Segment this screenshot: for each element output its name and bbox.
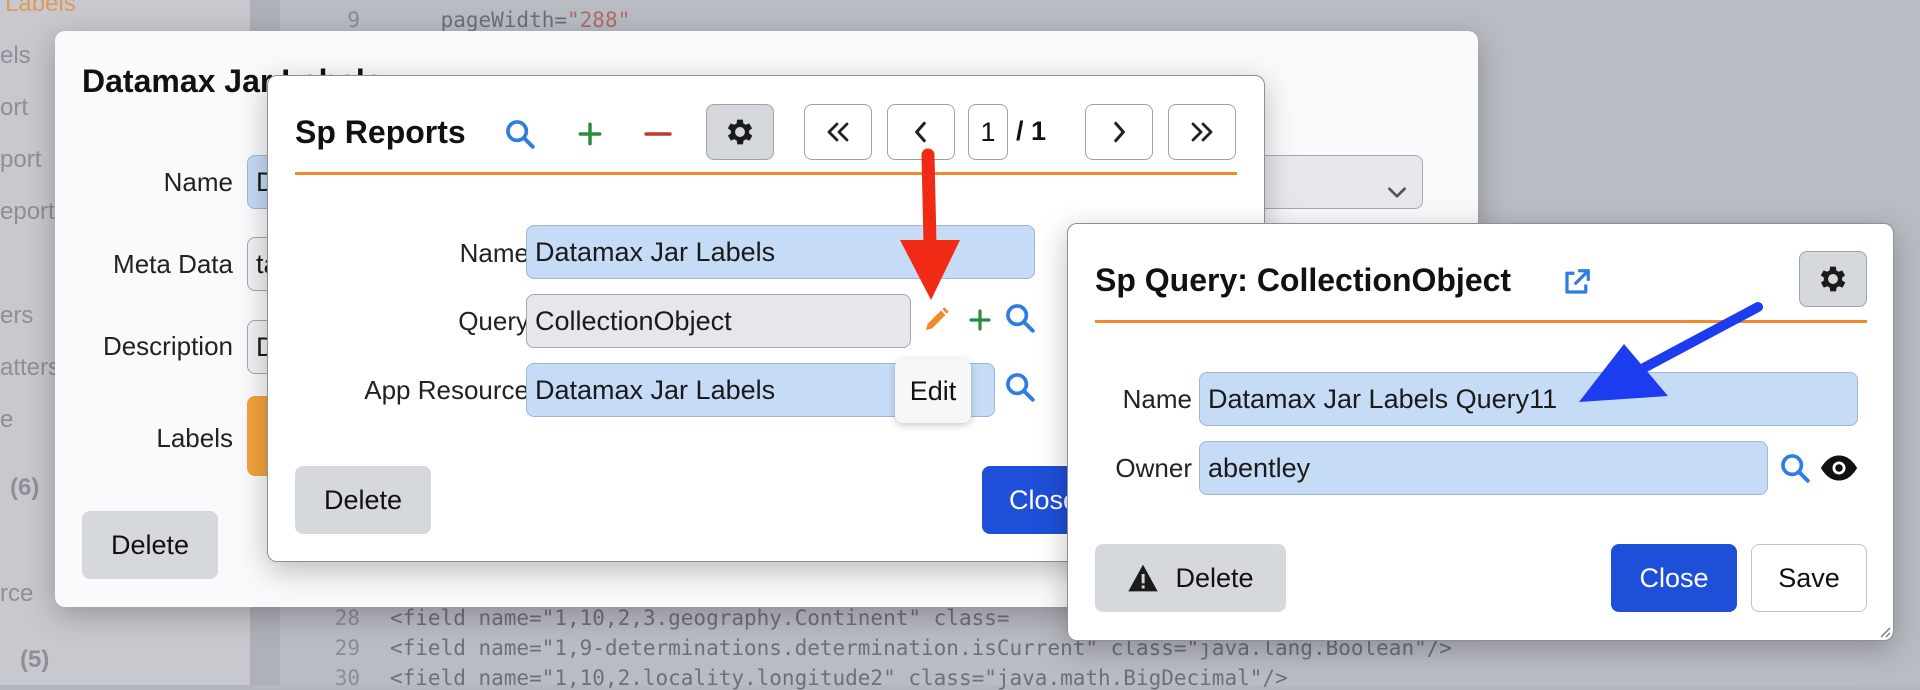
query-field[interactable]: CollectionObject — [526, 294, 911, 348]
add-query-button[interactable] — [960, 298, 1000, 342]
eye-icon — [1820, 455, 1858, 481]
code-line: 9 pageWidth="288" — [347, 8, 631, 32]
search-icon — [1781, 454, 1810, 483]
search-app-resource-button[interactable] — [998, 365, 1042, 409]
search-icon — [506, 120, 535, 149]
name-label: Name — [163, 167, 233, 197]
next-page-button[interactable] — [1085, 104, 1153, 160]
resize-handle[interactable] — [1877, 624, 1891, 638]
sp-reports-title: Sp Reports — [295, 114, 466, 150]
labels-label: Labels — [156, 423, 233, 453]
prev-page-icon — [915, 121, 926, 143]
edit-tooltip: Edit — [895, 359, 971, 423]
plus-icon — [578, 122, 602, 146]
owner-field[interactable]: abentley — [1199, 441, 1768, 495]
search-icon — [1006, 373, 1035, 402]
open-query-link[interactable] — [1555, 260, 1599, 304]
minus-icon — [644, 132, 672, 136]
sidebar-item[interactable]: rce — [0, 580, 33, 608]
delete-button[interactable]: Delete — [295, 466, 431, 534]
sidebar-item[interactable]: eport — [0, 198, 55, 226]
sidebar-item[interactable]: port — [0, 146, 41, 174]
name-field[interactable]: Datamax Jar Labels — [526, 225, 1035, 279]
last-page-icon — [1191, 122, 1213, 142]
gear-icon — [727, 119, 753, 145]
sidebar-item[interactable]: Labels — [5, 0, 76, 18]
sp-query-title: Sp Query: CollectionObject — [1095, 262, 1512, 298]
query-close-button[interactable]: Close — [1611, 544, 1737, 612]
chevron-down-icon — [1384, 170, 1410, 208]
gear-icon — [1820, 266, 1846, 292]
owner-label: Owner — [1115, 453, 1192, 483]
page-separator: / 1 — [1016, 116, 1047, 146]
pencil-icon — [926, 307, 949, 330]
query-delete-button[interactable]: Delete — [1095, 544, 1286, 612]
query-save-button[interactable]: Save — [1751, 544, 1867, 612]
plus-icon — [969, 309, 991, 331]
app-resource-label: App Resource — [364, 375, 529, 405]
meta-data-label: Meta Data — [113, 249, 233, 279]
add-button[interactable] — [568, 112, 612, 156]
sp-query-divider — [1095, 320, 1867, 323]
view-owner-button[interactable] — [1816, 446, 1862, 490]
query-settings-button[interactable] — [1799, 251, 1867, 307]
settings-button[interactable] — [706, 104, 774, 160]
search-owner-button[interactable] — [1773, 446, 1817, 490]
search-button[interactable] — [498, 112, 542, 156]
code-line: 28 <field name="1,10,2,3.geography.Contin… — [334, 606, 1010, 630]
sidebar-item[interactable]: ort — [0, 94, 28, 122]
query-label: Query — [458, 306, 529, 336]
search-query-button[interactable] — [998, 296, 1042, 340]
sidebar-item[interactable]: ers — [0, 302, 33, 330]
sidebar-item[interactable]: e — [0, 406, 13, 434]
sp-reports-divider — [295, 172, 1237, 175]
external-link-icon — [1565, 269, 1590, 294]
code-line: 30 <field name="1,10,2.locality.longitude… — [334, 666, 1288, 690]
query-name-label: Name — [1122, 384, 1192, 414]
outer-delete-button[interactable]: Delete — [82, 511, 218, 579]
page-number-input[interactable]: 1 — [968, 104, 1008, 160]
warning-icon — [1128, 564, 1159, 592]
first-page-button[interactable] — [804, 104, 872, 160]
search-icon — [1006, 304, 1035, 333]
remove-button[interactable] — [636, 112, 680, 156]
name-label: Name — [459, 238, 529, 268]
prev-page-button[interactable] — [887, 104, 955, 160]
query-name-field[interactable]: Datamax Jar Labels Query11 — [1199, 372, 1858, 426]
sidebar-count: (5) — [20, 646, 50, 673]
sidebar-item[interactable]: atters — [0, 354, 60, 382]
edit-query-button[interactable] — [916, 298, 956, 342]
sp-query-dialog: Sp Query: CollectionObject Name Datamax … — [1067, 223, 1894, 641]
sidebar-item[interactable]: els — [0, 42, 31, 70]
last-page-button[interactable] — [1168, 104, 1236, 160]
description-label: Description — [102, 331, 233, 361]
sidebar-count: (6) — [10, 474, 40, 501]
first-page-icon — [827, 122, 849, 142]
page-total: 1 — [1031, 116, 1047, 146]
next-page-icon — [1114, 121, 1125, 143]
